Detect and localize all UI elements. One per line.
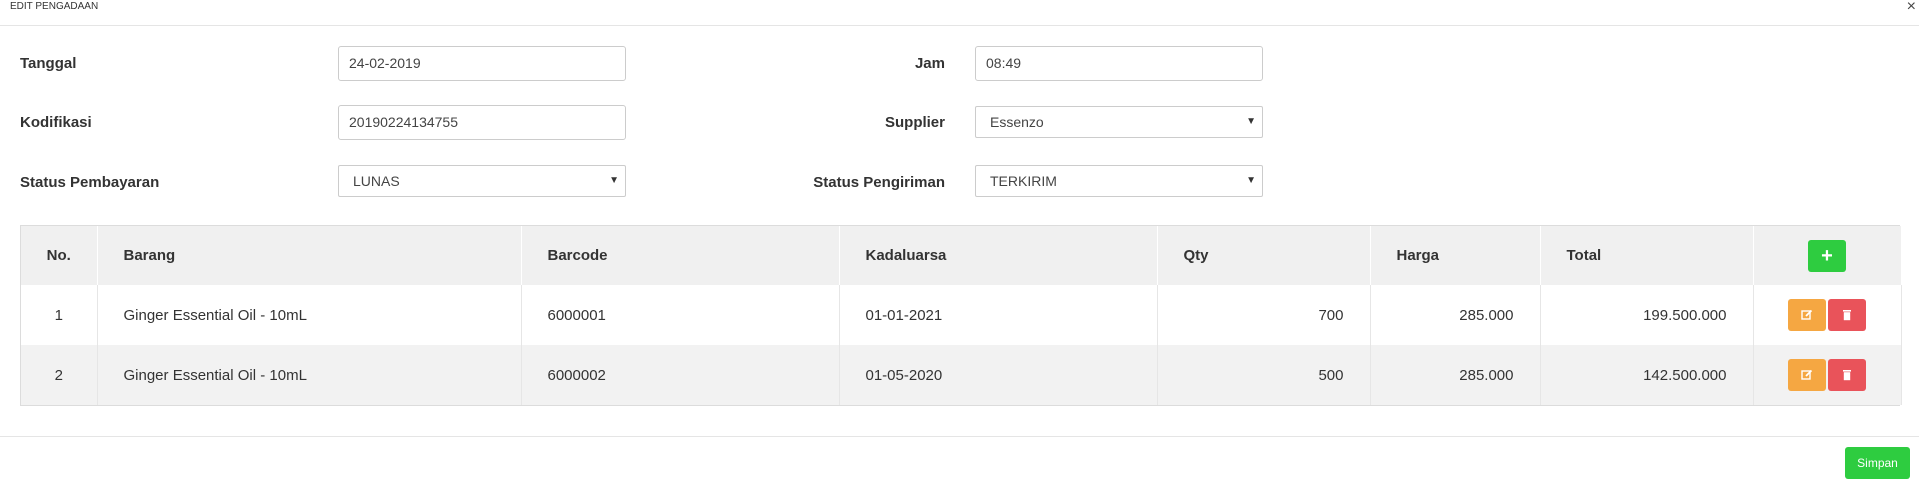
col-header-barcode: Barcode <box>521 226 840 285</box>
status-pengiriman-select[interactable]: TERKIRIM ▼ <box>975 165 1263 197</box>
col-header-barang: Barang <box>97 226 522 285</box>
modal-header: EDIT PENGADAAN × <box>0 0 1919 26</box>
supplier-select[interactable]: Essenzo ▼ <box>975 106 1263 138</box>
cell-qty: 700 <box>1157 285 1371 345</box>
edit-icon <box>1801 369 1813 380</box>
col-header-action: + <box>1753 226 1902 285</box>
modal-title: EDIT PENGADAAN <box>10 1 99 12</box>
cell-no: 1 <box>21 285 98 345</box>
supplier-value: Essenzo <box>990 114 1044 130</box>
status-pengiriman-label: Status Pengiriman <box>813 174 945 191</box>
cell-harga: 285.000 <box>1370 285 1541 345</box>
supplier-label: Supplier <box>884 114 945 131</box>
col-header-no: No. <box>21 226 98 285</box>
cell-kadaluarsa: 01-01-2021 <box>839 285 1158 345</box>
jam-label: Jam <box>914 55 945 72</box>
save-button[interactable]: Simpan <box>1845 447 1910 479</box>
caret-down-icon: ▼ <box>609 175 619 186</box>
plus-icon: + <box>1821 244 1833 267</box>
cell-barcode: 6000002 <box>521 345 840 405</box>
caret-down-icon: ▼ <box>1246 175 1256 186</box>
table-row: 2 Ginger Essential Oil - 10mL 6000002 01… <box>21 345 1902 405</box>
table-row: 1 Ginger Essential Oil - 10mL 6000001 01… <box>21 285 1902 345</box>
cell-total: 142.500.000 <box>1540 345 1754 405</box>
caret-down-icon: ▼ <box>1246 116 1256 127</box>
col-header-kadaluarsa: Kadaluarsa <box>839 226 1158 285</box>
close-icon[interactable]: × <box>1907 0 1916 16</box>
table-header-row: No. Barang Barcode Kadaluarsa Qty Harga … <box>21 226 1902 285</box>
status-pembayaran-value: LUNAS <box>353 173 400 189</box>
trash-icon <box>1843 310 1851 321</box>
col-header-qty: Qty <box>1157 226 1371 285</box>
edit-button[interactable] <box>1788 359 1826 391</box>
status-pembayaran-select[interactable]: LUNAS ▼ <box>338 165 626 197</box>
trash-icon <box>1843 370 1851 381</box>
status-pengiriman-value: TERKIRIM <box>990 173 1057 189</box>
cell-qty: 500 <box>1157 345 1371 405</box>
jam-input[interactable]: 08:49 <box>975 46 1263 81</box>
tanggal-label: Tanggal <box>20 55 77 72</box>
footer-divider <box>0 436 1919 437</box>
add-item-button[interactable]: + <box>1808 239 1846 272</box>
tanggal-input[interactable]: 24-02-2019 <box>338 46 626 81</box>
status-pembayaran-label: Status Pembayaran <box>20 174 160 191</box>
kodifikasi-label: Kodifikasi <box>20 114 92 131</box>
cell-barang: Ginger Essential Oil - 10mL <box>97 345 522 405</box>
edit-icon <box>1801 309 1813 320</box>
cell-harga: 285.000 <box>1370 345 1541 405</box>
cell-kadaluarsa: 01-05-2020 <box>839 345 1158 405</box>
cell-no: 2 <box>21 345 98 405</box>
cell-total: 199.500.000 <box>1540 285 1754 345</box>
edit-button[interactable] <box>1788 299 1826 331</box>
cell-barang: Ginger Essential Oil - 10mL <box>97 285 522 345</box>
col-header-harga: Harga <box>1370 226 1541 285</box>
cell-barcode: 6000001 <box>521 285 840 345</box>
delete-button[interactable] <box>1828 359 1866 391</box>
cell-actions <box>1753 345 1902 405</box>
col-header-total: Total <box>1540 226 1754 285</box>
items-table: No. Barang Barcode Kadaluarsa Qty Harga … <box>20 225 1902 406</box>
delete-button[interactable] <box>1828 299 1866 331</box>
kodifikasi-input[interactable]: 20190224134755 <box>338 105 626 140</box>
cell-actions <box>1753 285 1902 345</box>
